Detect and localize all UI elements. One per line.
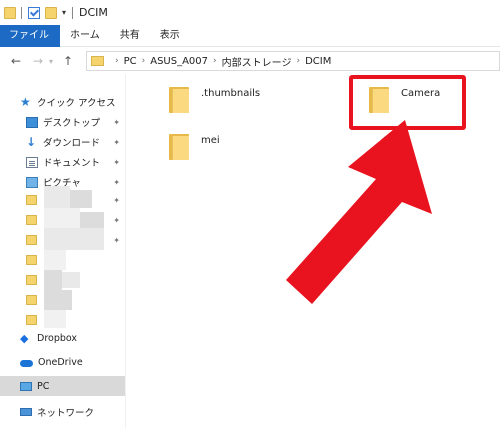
breadcrumb-device[interactable]: ASUS_A007 bbox=[150, 56, 208, 67]
breadcrumb-dcim[interactable]: DCIM bbox=[305, 56, 331, 67]
pin-icon[interactable]: ✦ bbox=[113, 196, 120, 205]
separator bbox=[72, 6, 74, 19]
blur-mosaic bbox=[44, 310, 66, 328]
address-bar[interactable]: › PC › ASUS_A007 › 内部ストレージ › DCIM bbox=[86, 51, 500, 71]
sidebar-item-dropbox[interactable]: ◆ Dropbox bbox=[0, 328, 125, 348]
sidebar-item-label: デスクトップ bbox=[43, 118, 101, 129]
blur-mosaic bbox=[44, 208, 80, 228]
folder-icon bbox=[169, 134, 189, 160]
chevron-right-icon[interactable]: › bbox=[213, 56, 217, 66]
sidebar-item-label: OneDrive bbox=[38, 356, 83, 368]
tab-view[interactable]: 表示 bbox=[150, 25, 190, 47]
up-arrow-icon[interactable]: ↑ bbox=[60, 54, 76, 68]
network-icon bbox=[20, 408, 32, 416]
properties-icon[interactable] bbox=[28, 6, 40, 19]
blur-mosaic bbox=[70, 190, 92, 208]
star-icon: ★ bbox=[20, 94, 31, 109]
sidebar-item-desktop[interactable]: デスクトップ ✦ bbox=[0, 112, 125, 132]
cloud-icon bbox=[20, 360, 33, 367]
document-icon bbox=[26, 156, 38, 168]
folder-item-thumbnails[interactable]: .thumbnails bbox=[169, 87, 260, 113]
sidebar-item-label: クイック アクセス bbox=[37, 98, 116, 109]
pin-icon[interactable]: ✦ bbox=[113, 236, 120, 245]
desktop-icon bbox=[26, 116, 38, 128]
new-folder-icon[interactable] bbox=[45, 6, 57, 19]
pin-icon[interactable]: ✦ bbox=[113, 118, 120, 127]
navigation-bar: ← → ▾ ↑ › PC › ASUS_A007 › 内部ストレージ › DCI… bbox=[0, 48, 500, 74]
blur-mosaic bbox=[80, 212, 104, 228]
pin-icon[interactable]: ✦ bbox=[113, 178, 120, 187]
sidebar-item-label: Dropbox bbox=[37, 332, 78, 344]
window-title: DCIM bbox=[79, 6, 108, 19]
sidebar-item-network[interactable]: ネットワーク bbox=[0, 402, 125, 422]
blur-mosaic bbox=[44, 186, 70, 208]
forward-arrow-icon[interactable]: → bbox=[30, 54, 46, 68]
chevron-right-icon[interactable]: › bbox=[142, 56, 146, 66]
folder-icon bbox=[26, 275, 37, 285]
blur-mosaic bbox=[44, 290, 72, 310]
blur-mosaic bbox=[44, 228, 104, 250]
folder-name: .thumbnails bbox=[201, 87, 261, 99]
dropbox-icon: ◆ bbox=[20, 331, 29, 345]
chevron-right-icon[interactable]: › bbox=[296, 56, 300, 66]
blur-mosaic bbox=[62, 272, 80, 288]
tab-share[interactable]: 共有 bbox=[110, 25, 150, 47]
folder-icon bbox=[26, 195, 37, 205]
chevron-down-icon[interactable]: ▾ bbox=[62, 8, 66, 17]
sidebar-item-downloads[interactable]: ↓ ダウンロード ✦ bbox=[0, 132, 125, 152]
separator bbox=[21, 6, 22, 19]
folder-icon bbox=[26, 215, 37, 225]
folder-icon bbox=[26, 255, 37, 265]
folder-icon bbox=[26, 315, 37, 325]
folder-icon bbox=[4, 6, 16, 19]
pin-icon[interactable]: ✦ bbox=[113, 138, 120, 147]
sidebar-item-label: PC bbox=[37, 380, 50, 392]
sidebar-item-quick-access[interactable]: ★ クイック アクセス bbox=[0, 92, 125, 112]
pin-icon[interactable]: ✦ bbox=[113, 216, 120, 225]
folder-icon bbox=[169, 87, 189, 113]
sidebar-item-label: ダウンロード bbox=[43, 138, 101, 149]
sidebar-item-onedrive[interactable]: OneDrive bbox=[0, 352, 125, 372]
ribbon-tabs: ファイル ホーム 共有 表示 bbox=[0, 25, 500, 47]
tab-home[interactable]: ホーム bbox=[60, 25, 110, 47]
folder-icon bbox=[26, 235, 37, 245]
back-arrow-icon[interactable]: ← bbox=[8, 54, 24, 68]
computer-icon bbox=[20, 381, 32, 391]
title-bar: ▾ DCIM bbox=[0, 0, 500, 25]
sidebar-item-label: ドキュメント bbox=[43, 158, 101, 169]
blur-mosaic bbox=[44, 270, 62, 290]
sidebar-item-documents[interactable]: ドキュメント ✦ bbox=[0, 152, 125, 172]
sidebar-item-label: ネットワーク bbox=[37, 408, 95, 419]
chevron-down-icon[interactable]: ▾ bbox=[46, 57, 56, 66]
folder-name: mei bbox=[201, 134, 220, 146]
pictures-icon bbox=[26, 176, 38, 188]
folder-item-mei[interactable]: mei bbox=[169, 134, 220, 160]
red-arrow-icon bbox=[286, 120, 432, 304]
download-icon: ↓ bbox=[26, 134, 37, 149]
chevron-right-icon[interactable]: › bbox=[115, 56, 119, 66]
blur-mosaic bbox=[44, 250, 66, 270]
folder-icon bbox=[91, 56, 104, 66]
folder-icon bbox=[26, 295, 37, 305]
navigation-pane: ★ クイック アクセス デスクトップ ✦ ↓ ダウンロード ✦ ドキュメント ✦… bbox=[0, 74, 126, 428]
pin-icon[interactable]: ✦ bbox=[113, 158, 120, 167]
sidebar-item-pc[interactable]: PC bbox=[0, 376, 125, 396]
tab-file[interactable]: ファイル bbox=[0, 25, 60, 47]
breadcrumb-pc[interactable]: PC bbox=[124, 56, 137, 67]
breadcrumb-internal-storage[interactable]: 内部ストレージ bbox=[222, 54, 292, 69]
